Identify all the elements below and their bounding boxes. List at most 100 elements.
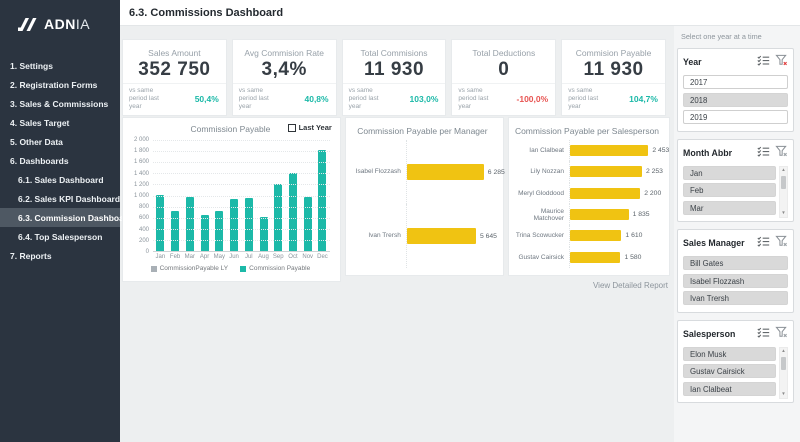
slicer-icons bbox=[757, 144, 788, 162]
slicer-header: Month Abbr bbox=[683, 144, 788, 162]
hbar-row-ivan-trersh: Ivan Trersh5 645 bbox=[350, 204, 495, 268]
scroll-track[interactable] bbox=[780, 175, 787, 210]
kpi-title: Avg Commision Rate bbox=[233, 40, 336, 58]
page-title: 6.3. Commissions Dashboard bbox=[129, 7, 283, 19]
slicer-item-ivan-trersh[interactable]: Ivan Trersh bbox=[683, 291, 788, 305]
y-tick-label: 1 200 bbox=[134, 182, 149, 188]
sidebar-item-6-2-sales-kpi-dashboard[interactable]: 6.2. Sales KPI Dashboard bbox=[0, 189, 120, 208]
multi-select-icon[interactable] bbox=[757, 234, 770, 252]
multi-select-icon[interactable] bbox=[757, 144, 770, 162]
slicer-item-jan[interactable]: Jan bbox=[683, 166, 776, 180]
filter-panel: Select one year at a time Year2017201820… bbox=[674, 26, 800, 442]
slicer-item-2019[interactable]: 2019 bbox=[683, 110, 788, 124]
slicer-items: Bill Gates Isabel Flozzash Ivan Trersh bbox=[683, 256, 788, 309]
sidebar-item-4-sales-target[interactable]: 4. Sales Target bbox=[0, 113, 120, 132]
kpi-card-total-deductions: Total Deductions0vs same period last yea… bbox=[451, 39, 556, 116]
gridline bbox=[153, 218, 330, 219]
slicer-item-2018[interactable]: 2018 bbox=[683, 93, 788, 107]
multi-select-icon[interactable] bbox=[757, 53, 770, 71]
slicer-item-mar[interactable]: Mar bbox=[683, 201, 776, 215]
scroll-up-icon[interactable]: ▲ bbox=[780, 167, 787, 175]
clear-filter-icon[interactable] bbox=[775, 325, 788, 343]
clear-filter-icon[interactable] bbox=[775, 234, 788, 252]
legend-swatch bbox=[151, 266, 157, 272]
slicer-item-ian-clalbeat[interactable]: Ian Clalbeat bbox=[683, 382, 776, 396]
slicer-item-elon-musk[interactable]: Elon Musk bbox=[683, 347, 776, 361]
content-area: 6.3. Commissions Dashboard Sales Amount3… bbox=[120, 0, 800, 442]
sidebar-item-5-other-data[interactable]: 5. Other Data bbox=[0, 132, 120, 151]
slicer-item-feb[interactable]: Feb bbox=[683, 183, 776, 197]
checkbox-box-icon[interactable] bbox=[288, 124, 296, 132]
charts-row: Commission Payable Last Year 2 0001 8001… bbox=[122, 117, 670, 290]
slicer-header: Year bbox=[683, 53, 788, 71]
dashboard-main: Sales Amount352 750vs same period last y… bbox=[120, 26, 674, 442]
kpi-footer: vs same period last year 103,0% bbox=[343, 83, 446, 115]
kpi-value: 11 930 bbox=[562, 58, 665, 83]
kpi-change-value: 104,7% bbox=[629, 94, 658, 104]
gridline bbox=[153, 162, 330, 163]
kpi-title: Sales Amount bbox=[123, 40, 226, 58]
hbar-row-trina-scowucker: Trina Scowucker1 610 bbox=[513, 225, 661, 246]
multi-select-icon[interactable] bbox=[757, 325, 770, 343]
hbar-row-maurice-matchover: Maurice Matchover1 835 bbox=[513, 204, 661, 225]
kpi-card-commision-payable: Commision Payable11 930vs same period la… bbox=[561, 39, 666, 116]
slicer-item-isabel-flozzash[interactable]: Isabel Flozzash bbox=[683, 274, 788, 288]
view-detailed-report-link[interactable]: View Detailed Report bbox=[593, 281, 668, 290]
scrollbar[interactable]: ▲▼ bbox=[779, 347, 788, 400]
sidebar-item-6-1-sales-dashboard[interactable]: 6.1. Sales Dashboard bbox=[0, 170, 120, 189]
sidebar-item-2-registration-forms[interactable]: 2. Registration Forms bbox=[0, 75, 120, 94]
sidebar-item-1-settings[interactable]: 1. Settings bbox=[0, 56, 120, 75]
scroll-track[interactable] bbox=[780, 356, 787, 391]
hbar-row-lily-nozzan: Lily Nozzan2 253 bbox=[513, 161, 661, 182]
y-tick-label: 1 400 bbox=[134, 171, 149, 177]
x-label-jul: Jul bbox=[241, 254, 256, 260]
kpi-change-value: 40,8% bbox=[304, 94, 328, 104]
commission-payable-chart-card: Commission Payable Last Year 2 0001 8001… bbox=[122, 117, 341, 282]
clear-filter-icon[interactable] bbox=[775, 144, 788, 162]
kpi-period-label: vs same period last year bbox=[349, 87, 393, 111]
chart-title-salesperson: Commission Payable per Salesperson bbox=[513, 126, 661, 136]
slicer-item-gustav-cairsick[interactable]: Gustav Cairsick bbox=[683, 364, 776, 378]
hbar-value-label: 1 835 bbox=[633, 211, 650, 218]
scrollbar[interactable]: ▲▼ bbox=[779, 166, 788, 219]
kpi-change-value: 103,0% bbox=[410, 94, 439, 104]
hbar-value-label: 2 253 bbox=[646, 168, 663, 175]
bar-aug bbox=[260, 217, 268, 251]
y-tick-label: 1 600 bbox=[134, 159, 149, 165]
scroll-down-icon[interactable]: ▼ bbox=[780, 209, 787, 217]
hbar-track: 2 253 bbox=[569, 161, 661, 182]
scroll-up-icon[interactable]: ▲ bbox=[780, 348, 787, 356]
y-axis: 2 0001 8001 6001 4001 2001 0008006004002… bbox=[127, 140, 153, 252]
slicer-item-bill-gates[interactable]: Bill Gates bbox=[683, 256, 788, 270]
sidebar-item-6-dashboards[interactable]: 6. Dashboards bbox=[0, 151, 120, 170]
slicer-title: Salesperson bbox=[683, 329, 735, 339]
x-label-nov: Nov bbox=[300, 254, 315, 260]
last-year-checkbox[interactable]: Last Year bbox=[288, 123, 332, 132]
manager-chart-card: Commission Payable per Manager Isabel Fl… bbox=[345, 117, 504, 276]
hbar-isabel-flozzash bbox=[407, 164, 484, 180]
kpi-card-sales-amount: Sales Amount352 750vs same period last y… bbox=[122, 39, 227, 116]
scroll-down-icon[interactable]: ▼ bbox=[780, 390, 787, 398]
hbar-lily-nozzan bbox=[570, 166, 642, 177]
slicers-container: Year201720182019Month AbbrJanFebMar▲▼Sal… bbox=[677, 48, 794, 403]
slicer-icons bbox=[757, 53, 788, 71]
chart-title-manager: Commission Payable per Manager bbox=[350, 126, 495, 136]
hbar-ivan-trersh bbox=[407, 228, 476, 244]
gridline bbox=[153, 229, 330, 230]
slicer-item-2017[interactable]: 2017 bbox=[683, 75, 788, 89]
hbar-track: 2 200 bbox=[569, 183, 661, 204]
sidebar-item-7-reports[interactable]: 7. Reports bbox=[0, 246, 120, 265]
sidebar-item-6-4-top-salesperson[interactable]: 6.4. Top Salesperson bbox=[0, 227, 120, 246]
gridline bbox=[153, 240, 330, 241]
clear-filter-icon[interactable] bbox=[775, 53, 788, 71]
salesperson-chart-card: Commission Payable per Salesperson Ian C… bbox=[508, 117, 670, 276]
y-tick-label: 1 000 bbox=[134, 193, 149, 199]
sidebar-item-6-3-commission-dashboard[interactable]: 6.3. Commission Dashboard bbox=[0, 208, 120, 227]
slicer-body: Bill Gates Isabel Flozzash Ivan Trersh bbox=[683, 256, 788, 309]
scroll-thumb[interactable] bbox=[781, 357, 786, 370]
kpi-period-label: vs same period last year bbox=[458, 87, 502, 111]
kpi-footer: vs same period last year40,8% bbox=[233, 83, 336, 115]
sidebar-item-3-sales-commissions[interactable]: 3. Sales & Commissions bbox=[0, 94, 120, 113]
kpi-change-value: 50,4% bbox=[195, 94, 219, 104]
scroll-thumb[interactable] bbox=[781, 176, 786, 189]
